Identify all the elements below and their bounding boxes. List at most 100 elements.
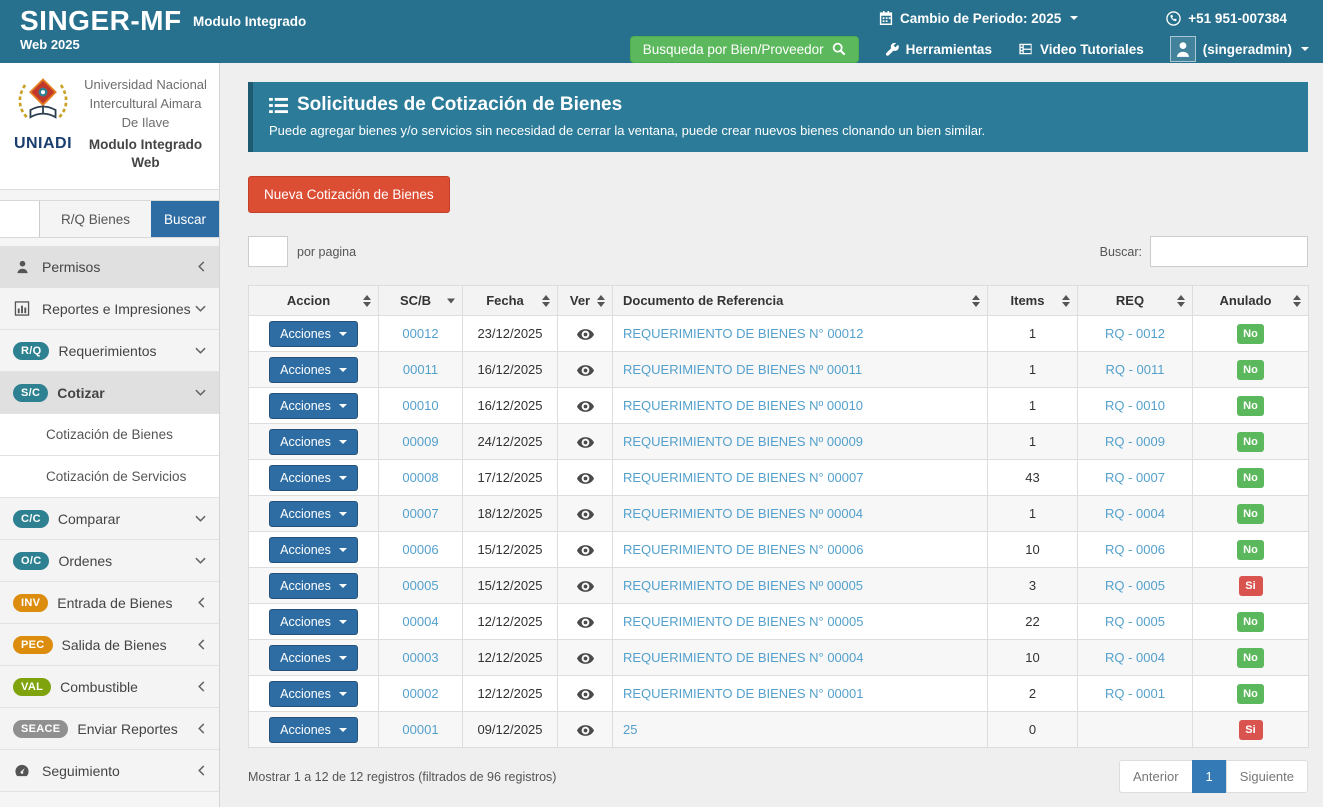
documento-link[interactable]: REQUERIMIENTO DE BIENES N° 00006 xyxy=(623,542,863,557)
req-link[interactable]: RQ - 0007 xyxy=(1105,470,1165,485)
sidebar-item-cotizacion-de-bienes[interactable]: Cotización de Bienes xyxy=(0,414,219,456)
column-header-accion[interactable]: Accion xyxy=(249,286,379,316)
view-eye-icon[interactable] xyxy=(577,364,594,377)
column-header-req[interactable]: REQ xyxy=(1078,286,1193,316)
documento-link[interactable]: REQUERIMIENTO DE BIENES N° 00005 xyxy=(623,614,863,629)
scb-link[interactable]: 00005 xyxy=(402,578,438,593)
req-link[interactable]: RQ - 0010 xyxy=(1105,398,1165,413)
video-tutorials-menu[interactable]: Video Tutoriales xyxy=(1018,42,1144,57)
acciones-button[interactable]: Acciones xyxy=(269,393,358,419)
scb-link[interactable]: 00004 xyxy=(402,614,438,629)
req-link[interactable]: RQ - 0009 xyxy=(1105,434,1165,449)
documento-link[interactable]: REQUERIMIENTO DE BIENES N° 00007 xyxy=(623,470,863,485)
acciones-button[interactable]: Acciones xyxy=(269,429,358,455)
documento-link[interactable]: REQUERIMIENTO DE BIENES Nº 00009 xyxy=(623,434,863,449)
table-search-input[interactable] xyxy=(1150,236,1308,267)
acciones-button[interactable]: Acciones xyxy=(269,681,358,707)
acciones-button[interactable]: Acciones xyxy=(269,501,358,527)
sidebar-search-scope[interactable]: R/Q Bienes xyxy=(40,201,151,237)
view-eye-icon[interactable] xyxy=(577,436,594,449)
documento-link[interactable]: REQUERIMIENTO DE BIENES N° 00012 xyxy=(623,326,863,341)
acciones-button[interactable]: Acciones xyxy=(269,357,358,383)
acciones-button[interactable]: Acciones xyxy=(269,609,358,635)
sidebar-search-button[interactable]: Buscar xyxy=(151,201,219,237)
acciones-button[interactable]: Acciones xyxy=(269,717,358,743)
sidebar-item-permisos[interactable]: Permisos xyxy=(0,246,219,288)
phone-number[interactable]: +51 951-007384 xyxy=(1166,11,1287,26)
sidebar-badge-seace: SEACE xyxy=(13,720,68,738)
acciones-button[interactable]: Acciones xyxy=(269,573,358,599)
view-eye-icon[interactable] xyxy=(577,652,594,665)
req-link[interactable]: RQ - 0004 xyxy=(1105,506,1165,521)
documento-link[interactable]: REQUERIMIENTO DE BIENES Nº 00010 xyxy=(623,398,863,413)
acciones-button[interactable]: Acciones xyxy=(269,537,358,563)
view-eye-icon[interactable] xyxy=(577,328,594,341)
view-eye-icon[interactable] xyxy=(577,616,594,629)
scb-link[interactable]: 00012 xyxy=(402,326,438,341)
tools-menu[interactable]: Herramientas xyxy=(885,42,992,57)
column-header-ver[interactable]: Ver xyxy=(558,286,613,316)
user-menu[interactable]: (singeradmin) xyxy=(1170,36,1309,62)
pagination-next[interactable]: Siguiente xyxy=(1226,760,1308,793)
scb-link[interactable]: 00009 xyxy=(402,434,438,449)
documento-link[interactable]: REQUERIMIENTO DE BIENES Nº 00011 xyxy=(623,362,862,377)
acciones-button[interactable]: Acciones xyxy=(269,465,358,491)
documento-link[interactable]: REQUERIMIENTO DE BIENES N° 00004 xyxy=(623,650,863,665)
documento-link[interactable]: REQUERIMIENTO DE BIENES Nº 00005 xyxy=(623,578,863,593)
sidebar-item-ordenes[interactable]: O/COrdenes xyxy=(0,540,219,582)
scb-link[interactable]: 00006 xyxy=(402,542,438,557)
per-page-select[interactable] xyxy=(248,236,288,267)
view-eye-icon[interactable] xyxy=(577,400,594,413)
anulado-badge: No xyxy=(1237,324,1264,344)
scb-link[interactable]: 00011 xyxy=(403,362,438,377)
pagination-page-1[interactable]: 1 xyxy=(1192,760,1227,793)
req-link[interactable]: RQ - 0012 xyxy=(1105,326,1165,341)
new-quotation-button[interactable]: Nueva Cotización de Bienes xyxy=(248,176,450,213)
search-bien-proveedor-button[interactable]: Busqueda por Bien/Proveedor xyxy=(630,36,859,63)
column-header-documento-de-referencia[interactable]: Documento de Referencia xyxy=(613,286,988,316)
sidebar-item-seguimiento[interactable]: Seguimiento xyxy=(0,750,219,792)
view-eye-icon[interactable] xyxy=(577,580,594,593)
period-selector[interactable]: Cambio de Periodo: 2025 xyxy=(879,11,1078,26)
view-eye-icon[interactable] xyxy=(577,472,594,485)
req-link[interactable]: RQ - 0011 xyxy=(1105,362,1164,377)
sidebar-item-requerimientos[interactable]: R/QRequerimientos xyxy=(0,330,219,372)
sidebar-search-input[interactable] xyxy=(0,201,40,237)
view-eye-icon[interactable] xyxy=(577,688,594,701)
scb-link[interactable]: 00003 xyxy=(402,650,438,665)
scb-link[interactable]: 00010 xyxy=(402,398,438,413)
scb-link[interactable]: 00001 xyxy=(402,722,438,737)
sidebar-item-entrada-de-bienes[interactable]: INVEntrada de Bienes xyxy=(0,582,219,624)
page-header-panel: Solicitudes de Cotización de Bienes Pued… xyxy=(248,82,1308,152)
documento-link[interactable]: REQUERIMIENTO DE BIENES Nº 00004 xyxy=(623,506,863,521)
column-header-fecha[interactable]: Fecha xyxy=(463,286,558,316)
column-header-label: Items xyxy=(1011,293,1045,308)
sidebar-item-reportes-e-impresiones[interactable]: Reportes e Impresiones xyxy=(0,288,219,330)
view-eye-icon[interactable] xyxy=(577,724,594,737)
sidebar-item-enviar-reportes[interactable]: SEACEEnviar Reportes xyxy=(0,708,219,750)
column-header-items[interactable]: Items xyxy=(988,286,1078,316)
view-eye-icon[interactable] xyxy=(577,508,594,521)
req-link[interactable]: RQ - 0004 xyxy=(1105,650,1165,665)
sidebar-item-salida-de-bienes[interactable]: PECSalida de Bienes xyxy=(0,624,219,666)
documento-link[interactable]: REQUERIMIENTO DE BIENES N° 00001 xyxy=(623,686,863,701)
req-link[interactable]: RQ - 0005 xyxy=(1105,614,1165,629)
req-link[interactable]: RQ - 0006 xyxy=(1105,542,1165,557)
scb-link[interactable]: 00007 xyxy=(402,506,438,521)
chevron-left-icon xyxy=(197,261,206,272)
req-link[interactable]: RQ - 0005 xyxy=(1105,578,1165,593)
scb-link[interactable]: 00002 xyxy=(402,686,438,701)
sidebar-item-cotizar[interactable]: S/CCotizar xyxy=(0,372,219,414)
view-eye-icon[interactable] xyxy=(577,544,594,557)
sidebar-item-comparar[interactable]: C/CComparar xyxy=(0,498,219,540)
column-header-anulado[interactable]: Anulado xyxy=(1193,286,1309,316)
acciones-button[interactable]: Acciones xyxy=(269,321,358,347)
sidebar-item-cotizacion-de-servicios[interactable]: Cotización de Servicios xyxy=(0,456,219,498)
column-header-sc-b[interactable]: SC/B xyxy=(379,286,463,316)
pagination-previous[interactable]: Anterior xyxy=(1119,760,1193,793)
acciones-button[interactable]: Acciones xyxy=(269,645,358,671)
sidebar-item-combustible[interactable]: VALCombustible xyxy=(0,666,219,708)
scb-link[interactable]: 00008 xyxy=(402,470,438,485)
documento-link[interactable]: 25 xyxy=(623,722,637,737)
req-link[interactable]: RQ - 0001 xyxy=(1105,686,1165,701)
